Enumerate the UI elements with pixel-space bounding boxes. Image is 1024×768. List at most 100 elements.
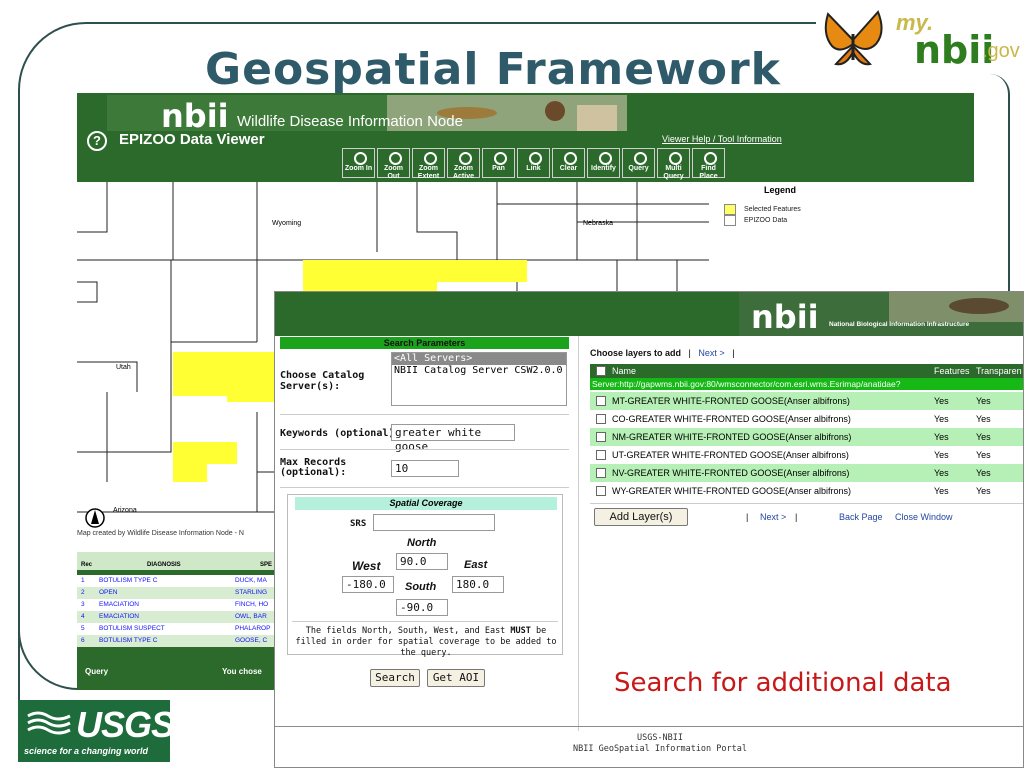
viewer-help-link[interactable]: Viewer Help / Tool Information <box>662 134 782 144</box>
zoom-out-button[interactable]: Zoom Out <box>377 148 410 180</box>
west-input[interactable]: -180.0 <box>342 576 394 593</box>
catalog-server-select[interactable]: <All Servers> NBII Catalog Server CSW2.0… <box>391 352 567 406</box>
add-layers-button[interactable]: Add Layer(s) <box>594 508 688 526</box>
map-toolbar: Zoom In Zoom Out Zoom Extent Zoom Active… <box>342 148 725 180</box>
layer-row[interactable]: WY-GREATER WHITE-FRONTED GOOSE(Anser alb… <box>590 482 1023 500</box>
layer-row[interactable]: CO-GREATER WHITE-FRONTED GOOSE(Anser alb… <box>590 410 1023 428</box>
legend-item-selected: Selected Features <box>724 204 801 215</box>
nbii-logo-small: nbii <box>161 97 229 135</box>
map-credit: Map created by Wildlife Disease Informat… <box>77 530 277 540</box>
identify-button[interactable]: Identify <box>587 148 620 178</box>
layer-checkbox[interactable] <box>596 468 606 478</box>
table-row[interactable]: 1 BOTULISM TYPE C DUCK, MA <box>77 575 277 587</box>
catalog-option-all[interactable]: <All Servers> <box>392 353 566 365</box>
nav-separator: | <box>732 348 735 358</box>
layer-row[interactable]: NM-GREATER WHITE-FRONTED GOOSE(Anser alb… <box>590 428 1023 446</box>
table-row[interactable]: 3 EMACIATION FINCH, HO <box>77 599 277 611</box>
legend-label: EPIZOO Data <box>744 217 788 224</box>
keywords-label: Keywords (optional): <box>280 428 401 439</box>
legend-swatch-yellow <box>724 204 736 215</box>
link-button[interactable]: Link <box>517 148 550 178</box>
layers-table-header: Name Features Transparen <box>590 364 1023 378</box>
layer-row[interactable]: UT-GREATER WHITE-FRONTED GOOSE(Anser alb… <box>590 446 1023 464</box>
select-all-checkbox[interactable] <box>596 366 606 376</box>
zoom-active-button[interactable]: Zoom Active <box>447 148 480 180</box>
max-records-input[interactable]: 10 <box>391 460 459 477</box>
usgs-logo: USGS science for a changing world <box>18 700 175 762</box>
nbii-logo: nbii <box>751 298 819 336</box>
legend-label: Selected Features <box>744 206 801 213</box>
pan-button[interactable]: Pan <box>482 148 515 178</box>
spatial-coverage-header: Spatial Coverage <box>295 497 557 510</box>
legend-item-epizoo: EPIZOO Data <box>724 215 787 226</box>
north-label: North <box>407 537 437 549</box>
layer-checkbox[interactable] <box>596 486 606 496</box>
logo-gov: .gov <box>982 40 1020 62</box>
zoom-extent-button[interactable]: Zoom Extent <box>412 148 445 180</box>
slide-caption: Search for additional data <box>614 668 952 698</box>
col-species: SPE <box>260 562 273 568</box>
choose-layers-label: Choose layers to add <box>590 348 682 358</box>
catalog-label: Choose Catalog Server(s): <box>280 370 365 392</box>
search-button[interactable]: Search <box>370 669 420 687</box>
table-row[interactable]: 5 BOTULISM SUSPECT PHALAROP <box>77 623 277 635</box>
back-page-link[interactable]: Back Page <box>839 512 883 522</box>
slide-frame-right <box>990 74 1010 314</box>
you-chose-label: You chose <box>222 667 262 676</box>
layers-nav: Choose layers to add | Next > | <box>590 348 735 358</box>
catalog-option-nbii[interactable]: NBII Catalog Server CSW2.0.0 <box>392 365 566 377</box>
slide: Geospatial Framework my. nbii .gov USGS … <box>0 0 1024 768</box>
layer-checkbox[interactable] <box>596 396 606 406</box>
map-label-utah: Utah <box>116 364 131 371</box>
divider <box>590 503 1023 504</box>
server-row: Server:http://gapwms.nbii.gov:80/wmsconn… <box>590 378 1023 390</box>
clear-button[interactable]: Clear <box>552 148 585 178</box>
search-parameters-header: Search Parameters <box>280 337 569 349</box>
legend-swatch-white <box>724 215 736 226</box>
table-row[interactable]: 2 OPEN STARLING <box>77 587 277 599</box>
next-link[interactable]: Next > <box>698 348 724 358</box>
south-label: South <box>405 581 437 593</box>
portal-footer-rule <box>275 726 1023 727</box>
col-name: Name <box>612 366 637 376</box>
layer-row[interactable]: NV-GREATER WHITE-FRONTED GOOSE(Anser alb… <box>590 464 1023 482</box>
multi-query-button[interactable]: Multi Query <box>657 148 690 180</box>
keywords-input[interactable]: greater white goose <box>391 424 515 453</box>
my-nbii-logo: my. nbii .gov <box>818 0 1024 74</box>
table-row[interactable]: 6 BOTULISM TYPE C GOOSE, C <box>77 635 277 647</box>
map-label-nebraska: Nebraska <box>583 220 613 227</box>
srs-label: SRS <box>350 519 367 529</box>
col-diagnosis: DIAGNOSIS <box>147 562 181 568</box>
divider <box>280 487 569 488</box>
find-place-button[interactable]: Find Place <box>692 148 725 180</box>
zoom-in-button[interactable]: Zoom In <box>342 148 375 178</box>
map-label-wyoming: Wyoming <box>272 220 302 227</box>
wildlife-banner: nbii Wildlife Disease Information Node <box>107 95 627 135</box>
help-icon[interactable]: ? <box>87 131 107 151</box>
nav-separator: | <box>795 512 798 522</box>
close-window-link[interactable]: Close Window <box>895 512 953 522</box>
layer-row[interactable]: MT-GREATER WHITE-FRONTED GOOSE(Anser alb… <box>590 392 1023 410</box>
portal-footer: USGS-NBII NBII GeoSpatial Information Po… <box>535 733 785 755</box>
footer-line-1: USGS-NBII <box>636 733 684 743</box>
col-rec: Rec <box>81 562 93 568</box>
next-link-bottom[interactable]: Next > <box>760 512 786 522</box>
srs-input[interactable] <box>373 514 495 531</box>
query-button[interactable]: Query <box>622 148 655 178</box>
layer-checkbox[interactable] <box>596 450 606 460</box>
east-input[interactable]: 180.0 <box>452 576 504 593</box>
query-label: Query <box>85 667 109 676</box>
north-input[interactable]: 90.0 <box>396 553 448 570</box>
divider <box>280 449 569 450</box>
butterfly-icon <box>824 10 883 66</box>
layer-checkbox[interactable] <box>596 432 606 442</box>
south-input[interactable]: -90.0 <box>396 599 448 616</box>
footer-line-2: NBII GeoSpatial Information Portal <box>573 744 747 754</box>
spatial-note: The fields North, South, West, and East … <box>295 626 557 658</box>
layer-checkbox[interactable] <box>596 414 606 424</box>
table-row[interactable]: 4 EMACIATION OWL, BAR <box>77 611 277 623</box>
nav-separator: | <box>746 512 749 522</box>
get-aoi-button[interactable]: Get AOI <box>427 669 485 687</box>
map-label-arizona: Arizona <box>113 507 137 514</box>
usgs-wave-icon <box>27 711 71 735</box>
